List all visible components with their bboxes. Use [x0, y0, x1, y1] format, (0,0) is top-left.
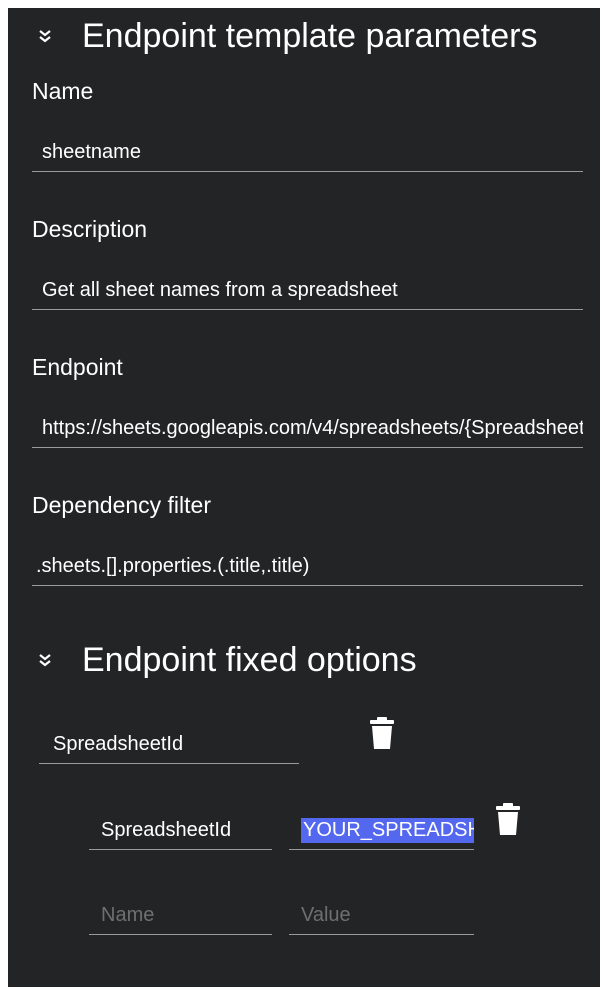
- description-label: Description: [32, 216, 148, 242]
- name-label: Name: [32, 78, 94, 104]
- section-title: Endpoint template parameters: [82, 17, 538, 55]
- fixed-option-name-value: SpreadsheetId: [53, 733, 184, 755]
- double-chevron-down-icon[interactable]: [36, 27, 54, 45]
- dependency-filter-value: .sheets.[].properties.(.title,.title): [36, 555, 310, 577]
- endpoint-field[interactable]: https://sheets.googleapis.com/v4/spreads…: [32, 410, 583, 448]
- double-chevron-down-icon[interactable]: [36, 651, 54, 669]
- value-placeholder: Value: [301, 904, 351, 926]
- description-field[interactable]: Get all sheet names from a spreadsheet: [32, 272, 583, 310]
- fixed-options-header[interactable]: Endpoint fixed options: [8, 632, 600, 688]
- entry-name-field[interactable]: SpreadsheetId: [89, 812, 272, 850]
- dependency-filter-label: Dependency filter: [32, 492, 211, 518]
- entry-name-value: SpreadsheetId: [101, 819, 232, 841]
- fixed-option-name-field[interactable]: SpreadsheetId: [39, 726, 299, 764]
- endpoint-label: Endpoint: [32, 354, 123, 380]
- dependency-filter-field[interactable]: .sheets.[].properties.(.title,.title): [32, 548, 583, 586]
- entry-value-selected: YOUR_SPREADSHEET_ID: [301, 818, 474, 843]
- section-title: Endpoint fixed options: [82, 641, 417, 679]
- trash-icon[interactable]: [495, 802, 521, 836]
- trash-icon[interactable]: [369, 716, 395, 750]
- name-field[interactable]: sheetname: [32, 134, 583, 172]
- new-entry-name-input[interactable]: Name: [89, 897, 272, 935]
- endpoint-value: https://sheets.googleapis.com/v4/spreads…: [42, 417, 583, 439]
- name-placeholder: Name: [101, 904, 155, 926]
- template-parameters-header[interactable]: Endpoint template parameters: [8, 8, 600, 64]
- name-value: sheetname: [42, 141, 141, 163]
- new-entry-value-input[interactable]: Value: [289, 897, 474, 935]
- description-value: Get all sheet names from a spreadsheet: [42, 279, 398, 301]
- entry-value-field[interactable]: YOUR_SPREADSHEET_ID: [289, 812, 474, 850]
- endpoint-editor-panel: Endpoint template parameters Name sheetn…: [8, 8, 600, 987]
